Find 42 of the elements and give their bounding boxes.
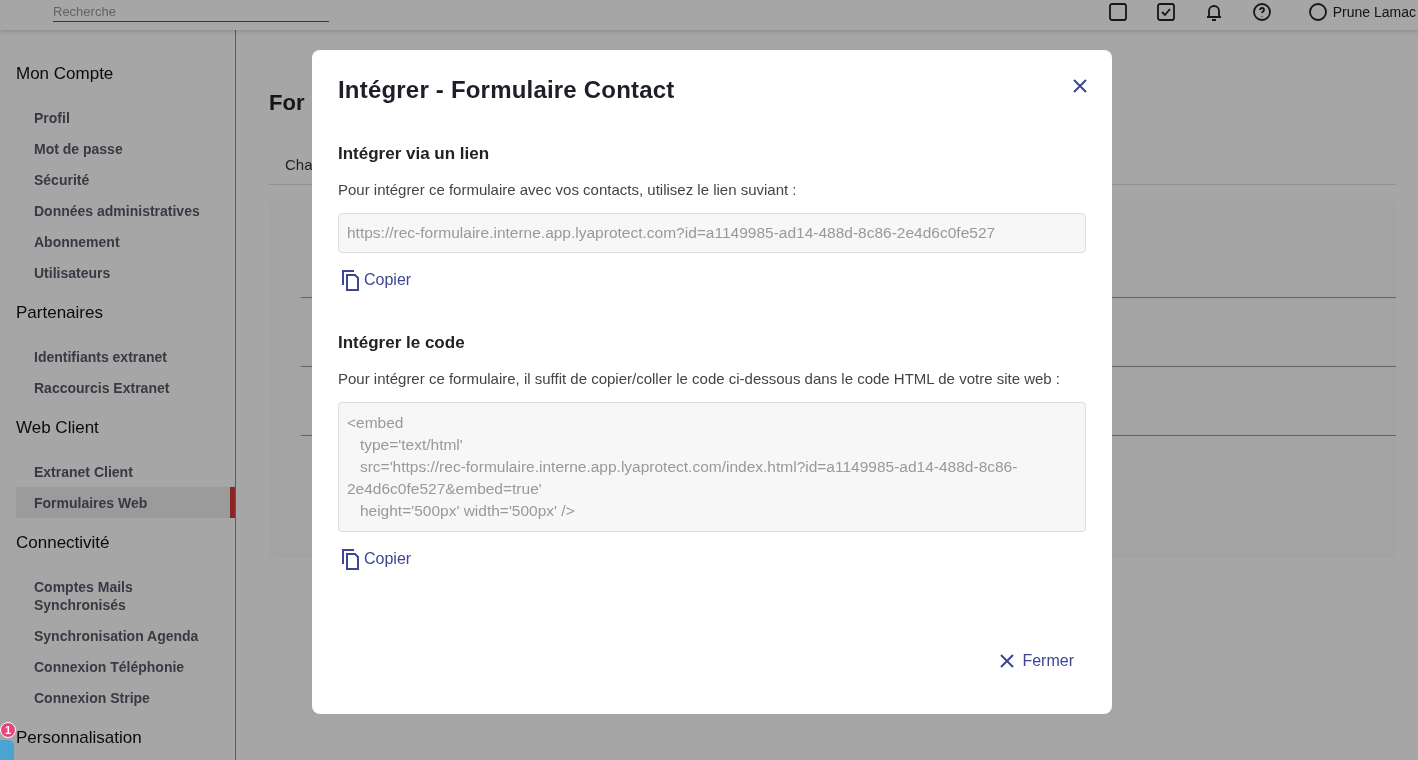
section-heading: Intégrer le code: [338, 333, 466, 353]
search-field[interactable]: Recherche: [53, 2, 329, 22]
sidebar-heading: Partenaires: [16, 302, 104, 324]
copy-button[interactable]: Copier: [340, 548, 412, 570]
sidebar-heading: Mon Compte: [16, 63, 115, 85]
sidebar-heading: Personnalisation: [16, 727, 143, 749]
sidebar-item[interactable]: Profil: [16, 102, 230, 133]
sidebar-item[interactable]: Comptes Mails Synchronisés: [16, 571, 230, 620]
sidebar-item[interactable]: Formulaires Web: [16, 487, 235, 518]
close-icon: [1072, 78, 1088, 94]
sidebar-item[interactable]: Mot de passe: [16, 133, 230, 164]
section-heading: Intégrer via un lien: [338, 144, 491, 164]
copy-icon: [340, 548, 360, 570]
sidebar-item[interactable]: Connexion Stripe: [16, 682, 230, 713]
sidebar-heading: Web Client: [16, 417, 100, 439]
sidebar-heading: Connectivité: [16, 532, 111, 554]
tab[interactable]: Cha: [285, 156, 313, 173]
sidebar-item[interactable]: Abonnement: [16, 226, 230, 257]
section-description: Pour intégrer ce formulaire avec vos contacts, utilisez le lien suviant :: [338, 180, 798, 199]
section-description: Pour intégrer ce formulaire, il suffit de copier/coller le code ci-dessous dans le code HTML de votre site web :: [338, 369, 1061, 388]
square-icon[interactable]: [1107, 2, 1128, 22]
code-box: <embed type='text/html' src='https://rec-formulaire.interne.app.lyaprotect.com/index.html?id=a1149985-ad14-488d-8c86-2e4d6c0fe527&embed=true' height='500px' width='500px' />: [338, 402, 1086, 532]
page-title: For: [269, 90, 305, 115]
help-icon[interactable]: [1251, 2, 1272, 22]
sidebar-item[interactable]: Connexion Téléphonie: [16, 651, 230, 682]
dialog-title: Intégrer - Formulaire Contact: [338, 76, 675, 104]
user-name[interactable]: Prune Lamac: [1332, 4, 1416, 20]
notification-badge: 1: [0, 722, 16, 738]
sidebar-item[interactable]: Extranet Client: [16, 456, 230, 487]
sidebar-item[interactable]: Raccourcis Extranet: [16, 372, 230, 403]
sidebar-item[interactable]: Utilisateurs: [16, 257, 230, 288]
sidebar-item[interactable]: Identifiants extranet: [16, 341, 230, 372]
close-dialog-button[interactable]: Fermer: [1000, 650, 1074, 672]
checkbox-icon[interactable]: [1155, 2, 1176, 22]
sidebar-item[interactable]: Synchronisation Agenda: [16, 620, 230, 651]
copy-icon: [340, 269, 360, 291]
close-icon: [1000, 654, 1015, 668]
copy-button[interactable]: Copier: [340, 269, 412, 291]
sidebar-item[interactable]: Sécurité: [16, 164, 230, 195]
user-icon[interactable]: [1307, 2, 1328, 22]
link-field[interactable]: https://rec-formulaire.interne.app.lyaprotect.com?id=a1149985-ad14-488d-8c86-2e4d6c0fe527: [338, 213, 1086, 253]
sidebar-item[interactable]: Données administratives: [16, 195, 230, 226]
